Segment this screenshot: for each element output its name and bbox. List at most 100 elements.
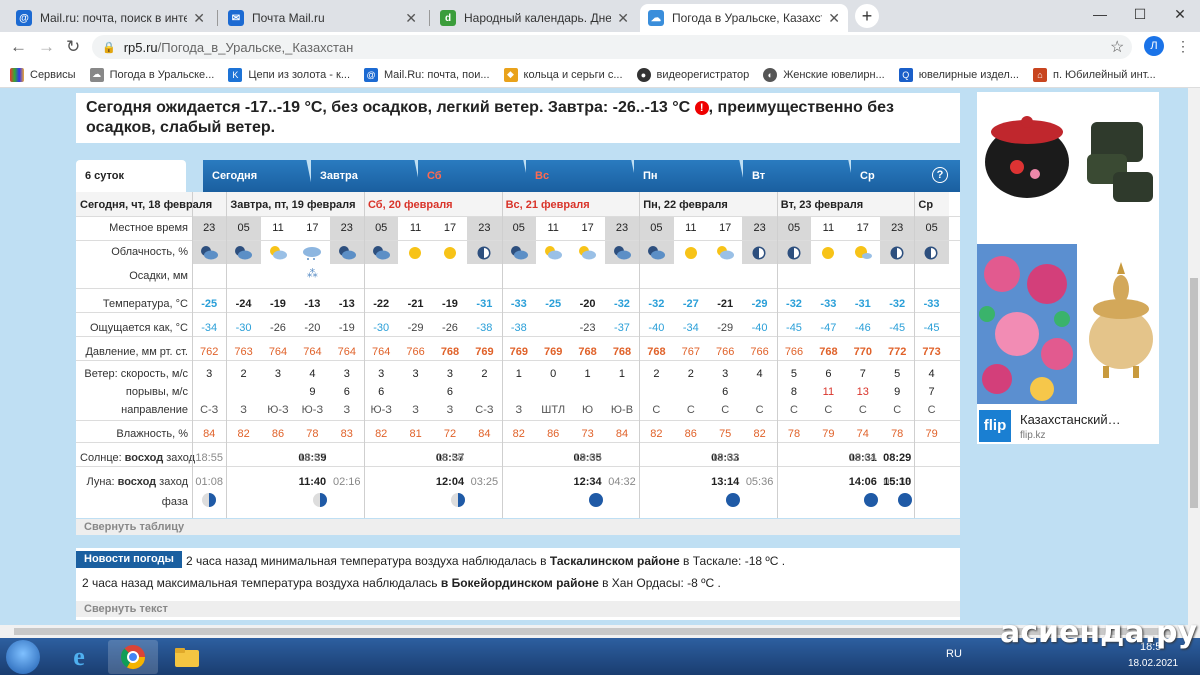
pot-image [977, 92, 1077, 242]
tab-monday[interactable]: Пн [634, 160, 746, 192]
bookmark-mailru[interactable]: @ Mail.Ru: почта, пои... [364, 67, 490, 82]
cloud-moon-icon [235, 246, 253, 260]
news-place[interactable]: в Бокейординском районе [441, 576, 599, 590]
browser-tab-calendar[interactable]: d Народный календарь. Дневник ✕ [432, 4, 637, 32]
bookmark-star-icon[interactable]: ☆ [1110, 37, 1124, 57]
close-icon[interactable]: ✕ [405, 10, 417, 27]
label-wind: Ветер: скорость, м/с [84, 368, 188, 380]
temperature-cell: -32 [889, 298, 906, 310]
wind-direction-cell: Ю-З [370, 404, 392, 416]
bookmark-jewelry-items[interactable]: Qювелирные издел... [898, 67, 1019, 82]
wind-direction-cell: ШТЛ [541, 404, 566, 416]
close-icon[interactable]: ✕ [828, 10, 840, 27]
ad-title[interactable]: Казахстанский… [1020, 412, 1121, 427]
ad-image-fabric[interactable] [977, 244, 1077, 404]
forward-icon[interactable]: → [38, 37, 55, 57]
scrollbar-thumb[interactable] [1190, 278, 1198, 508]
time-cell: 05 [512, 222, 525, 234]
moon-icon [924, 246, 938, 260]
start-button[interactable] [6, 640, 40, 674]
grid-vline [914, 192, 916, 518]
bookmark-weather[interactable]: ☁ Погода в Уральске... [89, 67, 214, 82]
tab-saturday[interactable]: Сб [418, 160, 530, 192]
language-indicator[interactable]: RU [946, 648, 962, 660]
tab-today[interactable]: Сегодня [203, 160, 313, 192]
news-text: 2 часа назад максимальная температура во… [82, 576, 441, 590]
reload-icon[interactable]: ↻ [66, 37, 80, 57]
tab-tomorrow[interactable]: Завтра [311, 160, 421, 192]
ie-icon: e [73, 642, 85, 671]
news-place[interactable]: Таскалинском районе [550, 554, 680, 568]
tab-title: Mail.ru: почта, поиск в интернете [40, 11, 188, 25]
new-tab-button[interactable]: + [855, 4, 879, 28]
ie-taskbar-button[interactable]: e [54, 640, 104, 674]
wind-speed-cell: 1 [584, 368, 591, 380]
browser-tab-mailru[interactable]: @ Mail.ru: почта, поиск в интернете ✕ [8, 4, 213, 32]
ad-image-cookware[interactable] [1083, 92, 1183, 242]
collapse-text-link[interactable]: Свернуть текст [76, 601, 960, 617]
bookmark-rings[interactable]: ◆ кольца и серьги с... [503, 67, 623, 82]
tab-label: Пн [643, 170, 658, 182]
sunset-cell: 18:58 [436, 452, 464, 464]
close-window-button[interactable]: ✕ [1160, 0, 1200, 28]
cloud-sun-icon [269, 246, 287, 260]
ad-image-pot[interactable] [977, 92, 1077, 242]
grid-hline [76, 442, 960, 443]
wind-speed-cell: 6 [825, 368, 832, 380]
forecast-line1: Сегодня ожидается -17..-19 °С, без осадк… [86, 99, 691, 116]
explorer-taskbar-button[interactable] [162, 640, 212, 674]
menu-icon[interactable]: ⋮ [1176, 38, 1190, 55]
browser-tab-weather[interactable]: ☁ Погода в Уральске, Казахстан - ✕ [640, 4, 848, 32]
help-icon[interactable]: ? [932, 167, 948, 183]
bookmark-label: Цепи из золота - к... [248, 68, 351, 81]
vertical-scrollbar[interactable] [1188, 88, 1200, 625]
chrome-icon [120, 645, 145, 670]
tab-wednesday[interactable]: Ср? [851, 160, 960, 192]
pressure-cell: 767 [681, 346, 700, 358]
sun-icon [443, 247, 456, 259]
close-icon[interactable]: ✕ [617, 10, 629, 27]
pressure-cell: 762 [200, 346, 219, 358]
sunset-cell: 18:55 [195, 452, 223, 464]
minimize-button[interactable]: — [1080, 0, 1120, 28]
moon-icon [787, 246, 801, 260]
close-icon[interactable]: ✕ [193, 10, 205, 27]
cloud-moon-icon [201, 246, 218, 260]
clock-date[interactable]: 18.02.2021 [1128, 658, 1178, 669]
bookmark-jubilee[interactable]: ⌂ п. Юбилейный инт... [1032, 67, 1156, 82]
collapse-table-link[interactable]: Свернуть таблицу [76, 519, 960, 535]
bookmark-dashcam[interactable]: ● видеорегистратор [636, 67, 749, 82]
maximize-button[interactable]: ☐ [1120, 0, 1160, 28]
tab-tuesday[interactable]: Вт [743, 160, 855, 192]
moonrise-cell: 12:34 [573, 476, 602, 488]
moon-phase-icon [863, 493, 878, 507]
grid-vline [192, 192, 193, 518]
wind-speed-cell: 1 [515, 368, 522, 380]
address-bar[interactable]: 🔒 rp5.ru/Погода_в_Уральске,_Казахстан [92, 35, 1132, 59]
time-cell: 05 [237, 222, 250, 234]
day-header: Вс, 21 февраля [501, 192, 640, 216]
ad-domain: flip.kz [1020, 430, 1046, 441]
grid-hline [76, 420, 960, 421]
bookmark-apps[interactable]: Сервисы [10, 67, 76, 82]
warning-icon[interactable]: ! [694, 101, 709, 115]
ad-block[interactable]: flip Казахстанский… flip.kz [977, 92, 1159, 444]
news-text: в Таскале: -18 ºC . [679, 554, 786, 568]
browser-tab-mail[interactable]: ✉ Почта Mail.ru ✕ [220, 4, 425, 32]
sun-cloud-icon [854, 246, 872, 259]
back-icon[interactable]: ← [10, 37, 27, 57]
feels-like-cell: -46 [854, 322, 871, 334]
browser-tab-strip: @ Mail.ru: почта, поиск в интернете ✕ ✉ … [0, 0, 1200, 32]
tab-6-days[interactable]: 6 суток [76, 160, 186, 192]
profile-avatar[interactable]: Л [1144, 36, 1164, 56]
k-icon: K [228, 67, 243, 82]
chrome-taskbar-button[interactable] [108, 640, 158, 674]
feels-like-cell: -26 [270, 322, 286, 334]
ad-image-bowl[interactable] [1083, 244, 1159, 404]
tab-sunday[interactable]: Вс [526, 160, 638, 192]
wind-direction-cell: З [446, 404, 454, 416]
bookmark-jewelry[interactable]: ◐ Женские ювелирн... [763, 67, 885, 82]
cloud-moon-icon [510, 246, 528, 260]
grid-hline [76, 336, 960, 337]
bookmark-chains[interactable]: K Цепи из золота - к... [228, 67, 351, 82]
